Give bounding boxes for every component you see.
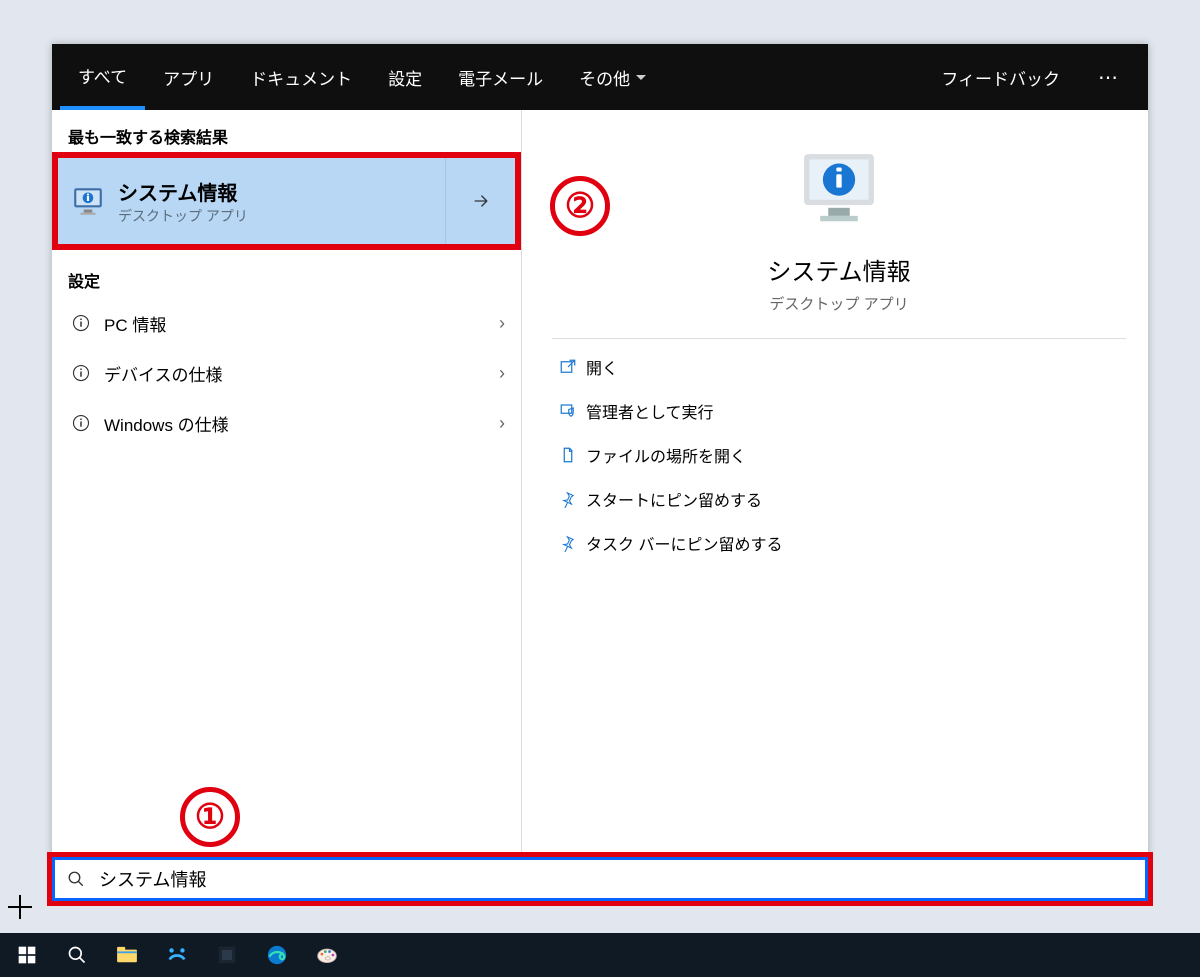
taskbar-app-1[interactable]	[154, 935, 200, 975]
results-column: 最も一致する検索結果	[52, 110, 522, 857]
tab-strip: すべて アプリ ドキュメント 設定 電子メール その他 フィードバック ⋯	[52, 44, 1148, 110]
arrow-right-icon	[471, 191, 491, 211]
more-menu-button[interactable]: ⋯	[1078, 65, 1140, 90]
search-box[interactable]	[52, 857, 1148, 901]
pin-icon	[550, 534, 586, 552]
preview-subtitle: デスクトップ アプリ	[542, 293, 1136, 314]
preview-column: システム情報 デスクトップ アプリ 開く 管理者として実行 ファイルの場所を開く	[522, 110, 1148, 857]
best-match-subtitle: デスクトップ アプリ	[118, 206, 445, 226]
tab-email[interactable]: 電子メール	[440, 44, 561, 110]
search-panel: すべて アプリ ドキュメント 設定 電子メール その他 フィードバック ⋯ 最も…	[52, 44, 1148, 857]
chevron-right-icon: ›	[499, 363, 505, 384]
system-info-icon	[58, 184, 118, 218]
settings-group-header: 設定	[52, 254, 521, 298]
settings-item-device-spec[interactable]: デバイスの仕様 ›	[52, 348, 521, 398]
settings-item-pc-info[interactable]: PC 情報 ›	[52, 298, 521, 348]
tab-apps[interactable]: アプリ	[145, 44, 232, 110]
action-pin-taskbar[interactable]: タスク バーにピン留めする	[542, 521, 1136, 565]
settings-item-windows-spec[interactable]: Windows の仕様 ›	[52, 398, 521, 448]
divider	[552, 338, 1126, 339]
tab-settings[interactable]: 設定	[370, 44, 440, 110]
action-pin-start[interactable]: スタートにピン留めする	[542, 477, 1136, 521]
chevron-right-icon: ›	[499, 413, 505, 434]
tab-documents[interactable]: ドキュメント	[232, 44, 370, 110]
preview-title: システム情報	[542, 252, 1136, 287]
taskbar-explorer[interactable]	[104, 935, 150, 975]
start-button[interactable]	[4, 935, 50, 975]
folder-icon	[550, 446, 586, 464]
taskbar	[0, 933, 1200, 977]
action-open-file-location[interactable]: ファイルの場所を開く	[542, 433, 1136, 477]
info-icon	[68, 364, 94, 382]
chevron-right-icon: ›	[499, 313, 505, 334]
taskbar-edge[interactable]	[254, 935, 300, 975]
best-match-expand-button[interactable]	[445, 158, 515, 244]
action-open[interactable]: 開く	[542, 345, 1136, 389]
shield-icon	[550, 402, 586, 420]
pin-icon	[550, 490, 586, 508]
taskbar-search-button[interactable]	[54, 935, 100, 975]
taskbar-app-2[interactable]	[204, 935, 250, 975]
tab-more[interactable]: その他	[561, 44, 664, 110]
action-run-admin[interactable]: 管理者として実行	[542, 389, 1136, 433]
chevron-down-icon	[636, 75, 646, 80]
search-input[interactable]	[97, 868, 1135, 891]
tab-all[interactable]: すべて	[60, 44, 145, 110]
best-match-title: システム情報	[118, 177, 445, 206]
info-icon	[68, 414, 94, 432]
taskbar-paint[interactable]	[304, 935, 350, 975]
preview-icon	[542, 146, 1136, 232]
info-icon	[68, 314, 94, 332]
best-match-item[interactable]: システム情報 デスクトップ アプリ	[58, 158, 515, 244]
search-icon	[65, 870, 87, 888]
best-match-header: 最も一致する検索結果	[52, 110, 521, 154]
feedback-link[interactable]: フィードバック	[923, 44, 1078, 110]
move-cursor-icon	[8, 895, 32, 919]
open-icon	[550, 358, 586, 376]
